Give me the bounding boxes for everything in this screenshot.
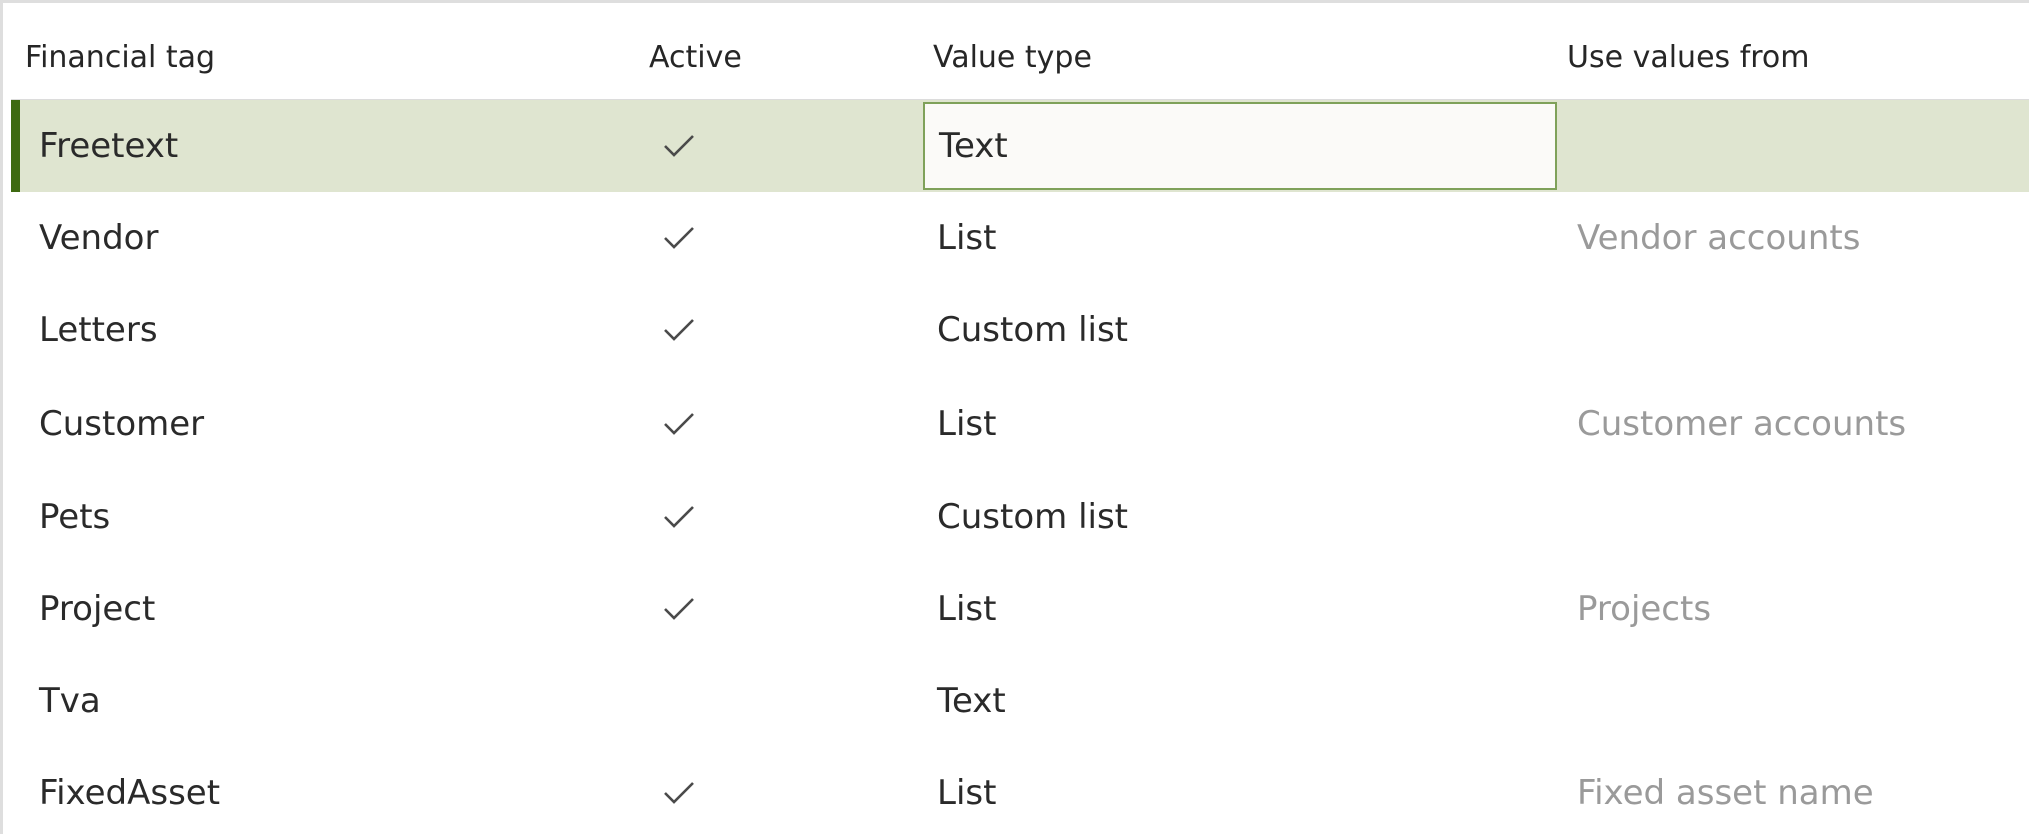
use-values-from-cell: Fixed asset name [1577, 773, 1874, 813]
value-type-input[interactable]: Text [923, 102, 1557, 190]
checkmark-icon [662, 223, 696, 253]
financial-tags-grid: Financial tag Active Value type Use valu… [0, 0, 2029, 834]
table-row[interactable]: Tva Text [11, 655, 2029, 747]
value-type-cell: List [937, 218, 997, 258]
financial-tag-cell: Letters [39, 310, 158, 350]
value-type-cell: Custom list [937, 497, 1129, 537]
financial-tag-cell: Tva [39, 681, 101, 721]
column-header-value-type[interactable]: Value type [933, 40, 1092, 75]
checkmark-icon [662, 594, 696, 624]
checkmark-icon [662, 502, 696, 532]
grid-header: Financial tag Active Value type Use valu… [11, 6, 2029, 101]
financial-tag-cell: Project [39, 589, 156, 629]
financial-tag-cell: Freetext [39, 126, 179, 166]
value-type-cell: Text [937, 681, 1006, 721]
column-header-use-values-from[interactable]: Use values from [1567, 40, 1810, 75]
value-type-cell: List [937, 589, 997, 629]
table-row[interactable]: Pets Custom list [11, 471, 2029, 563]
value-type-cell: List [937, 404, 997, 444]
checkmark-icon [662, 409, 696, 439]
table-row[interactable]: Vendor List Vendor accounts [11, 192, 2029, 284]
use-values-from-cell: Customer accounts [1577, 404, 1907, 444]
financial-tag-cell: Vendor [39, 218, 159, 258]
table-row[interactable]: Freetext Text [11, 100, 2029, 192]
financial-tag-cell: Pets [39, 497, 111, 537]
use-values-from-cell: Vendor accounts [1577, 218, 1861, 258]
table-row[interactable]: Customer List Customer accounts [11, 378, 2029, 470]
financial-tag-cell: FixedAsset [39, 773, 221, 813]
table-row[interactable]: FixedAsset List Fixed asset name [11, 747, 2029, 839]
use-values-from-cell: Projects [1577, 589, 1712, 629]
checkmark-icon [662, 131, 696, 161]
checkmark-icon [662, 315, 696, 345]
value-type-cell: List [937, 773, 997, 813]
table-row[interactable]: Project List Projects [11, 563, 2029, 655]
value-type-cell: Custom list [937, 310, 1129, 350]
value-type-cell: Text [939, 126, 1008, 166]
checkmark-icon [662, 778, 696, 808]
table-row[interactable]: Letters Custom list [11, 284, 2029, 376]
column-header-active[interactable]: Active [649, 40, 742, 75]
financial-tag-cell: Customer [39, 404, 205, 444]
column-header-financial-tag[interactable]: Financial tag [25, 40, 215, 75]
